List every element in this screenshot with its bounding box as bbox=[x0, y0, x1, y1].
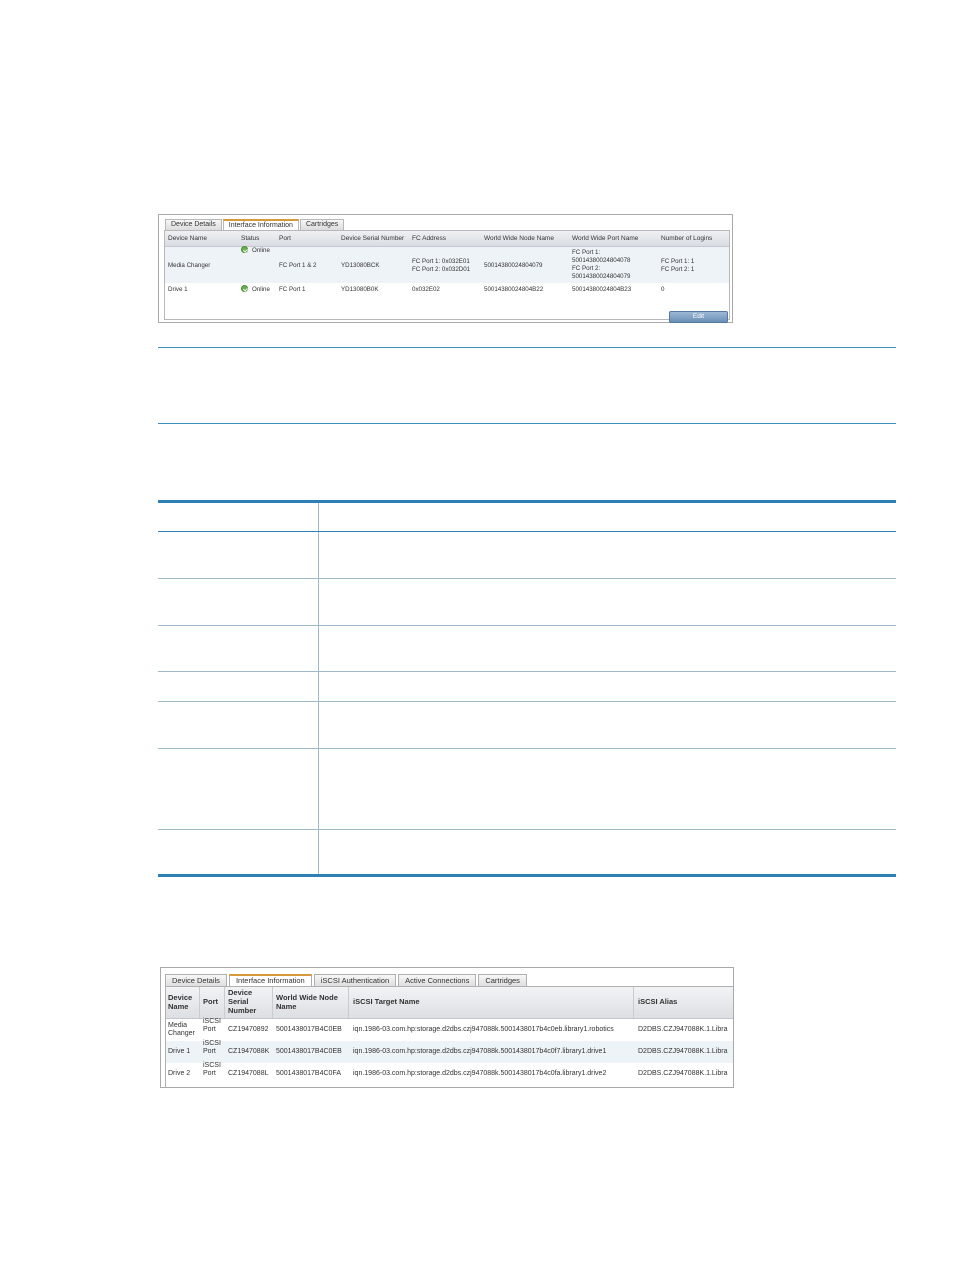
row-divider bbox=[158, 671, 896, 672]
serial: YD13080BCK bbox=[341, 262, 380, 269]
port: FC Port 1 & 2 bbox=[279, 262, 317, 269]
header-target: iSCSI Target Name bbox=[353, 997, 420, 1006]
device-name: Drive 2 bbox=[168, 1070, 191, 1077]
logins-1: FC Port 1: 1 bbox=[661, 258, 695, 265]
header-port: Port bbox=[279, 235, 291, 242]
logins: 0 bbox=[661, 286, 665, 293]
alias: D2DBS.CZJ947088K.1.Libra bbox=[638, 1070, 728, 1077]
row-divider bbox=[158, 701, 896, 702]
serial: CZ19470892 bbox=[228, 1026, 269, 1033]
header-port: Port bbox=[203, 997, 218, 1006]
target-name: iqn.1986-03.com.hp:storage.d2dbs.czj9470… bbox=[353, 1026, 614, 1033]
column-divider bbox=[318, 503, 319, 874]
serial: CZ1947088K bbox=[228, 1048, 270, 1055]
header-alias: iSCSI Alias bbox=[638, 997, 678, 1006]
row-divider bbox=[158, 748, 896, 749]
status-ok-icon bbox=[241, 285, 248, 292]
tab-device-details[interactable]: Device Details bbox=[165, 974, 227, 986]
description-table bbox=[158, 500, 896, 877]
wwpn-4: 50014380024804079 bbox=[572, 273, 631, 280]
device-name-1: Media bbox=[168, 1022, 188, 1029]
port-1: iSCSI bbox=[203, 1062, 221, 1069]
target-name: iqn.1986-03.com.hp:storage.d2dbs.czj9470… bbox=[353, 1048, 607, 1055]
wwnn: 5001438017B4C0EB bbox=[276, 1048, 342, 1055]
interface-table: Device Name Port Device Serial Number Wo… bbox=[165, 986, 733, 1087]
fc-address-1: FC Port 1: 0x032E01 bbox=[412, 258, 470, 265]
device-name: Media Changer bbox=[168, 262, 211, 269]
logins-2: FC Port 2: 1 bbox=[661, 266, 695, 273]
column-separator bbox=[199, 987, 200, 1018]
port-2: Port bbox=[203, 1070, 216, 1077]
wwnn: 5001438017B4C0EB bbox=[276, 1026, 342, 1033]
interface-table: Device Name Status Port Device Serial Nu… bbox=[164, 230, 730, 323]
edit-button[interactable]: Edit bbox=[669, 311, 728, 323]
column-separator bbox=[224, 987, 225, 1018]
wwpn-2: 50014380024804078 bbox=[572, 257, 631, 264]
table-header: Device Name Port Device Serial Number Wo… bbox=[166, 987, 733, 1019]
header-logins: Number of Logins bbox=[661, 235, 713, 242]
tab-bar: Device Details Interface Information Car… bbox=[165, 219, 345, 230]
column-separator bbox=[272, 987, 273, 1018]
note-rule-bottom bbox=[158, 423, 896, 424]
status-text: Online bbox=[252, 247, 270, 254]
tab-interface-information[interactable]: Interface Information bbox=[222, 219, 299, 230]
table-header: Device Name Status Port Device Serial Nu… bbox=[165, 231, 729, 247]
header-device-name: Device Name bbox=[168, 235, 208, 242]
alias: D2DBS.CZJ947088K.1.Libra bbox=[638, 1026, 728, 1033]
port-2: Port bbox=[203, 1048, 216, 1055]
fc-interface-screenshot: Device Details Interface Information Car… bbox=[158, 214, 733, 323]
wwpn-3: FC Port 2: bbox=[572, 265, 601, 272]
row-divider bbox=[158, 829, 896, 830]
wwpn-1: FC Port 1: bbox=[572, 249, 601, 256]
device-name: Drive 1 bbox=[168, 1048, 191, 1055]
status-ok-icon bbox=[241, 246, 248, 253]
wwnn: 50014380024804B22 bbox=[484, 286, 544, 293]
port-2: Port bbox=[203, 1026, 216, 1033]
port-1: iSCSI bbox=[203, 1040, 221, 1047]
wwnn: 5001438017B4C0FA bbox=[276, 1070, 341, 1077]
fc-address-2: FC Port 2: 0x032D01 bbox=[412, 266, 471, 273]
status-text: Online bbox=[252, 286, 270, 293]
serial: YD13080B0K bbox=[341, 286, 379, 293]
tab-interface-information[interactable]: Interface Information bbox=[228, 974, 312, 986]
alias: D2DBS.CZJ947088K.1.Libra bbox=[638, 1048, 728, 1055]
wwnn: 50014380024804079 bbox=[484, 262, 543, 269]
tab-bar: Device Details Interface Information iSC… bbox=[165, 974, 529, 986]
header-wwpn: World Wide Port Name bbox=[572, 235, 639, 242]
device-name-2: Changer bbox=[168, 1030, 195, 1037]
table-row[interactable]: Drive 2 iSCSI Port CZ1947088L 5001438017… bbox=[166, 1062, 733, 1085]
wwpn: 50014380024804B23 bbox=[572, 286, 632, 293]
table-row[interactable]: Media Changer Online FC Port 1 & 2 YD130… bbox=[165, 246, 729, 283]
header-wwnn-2: Name bbox=[276, 1002, 297, 1011]
serial: CZ1947088L bbox=[228, 1070, 269, 1077]
header-status: Status bbox=[241, 235, 260, 242]
tab-device-details[interactable]: Device Details bbox=[165, 219, 222, 230]
fc-address: 0x032E02 bbox=[412, 286, 440, 293]
table-row[interactable]: Drive 1 Online FC Port 1 YD13080B0K 0x03… bbox=[165, 283, 729, 308]
header-serial-3: Number bbox=[228, 1006, 257, 1015]
header-serial: Device Serial Number bbox=[341, 235, 405, 242]
header-wwnn: World Wide Node Name bbox=[484, 235, 554, 242]
row-divider bbox=[158, 625, 896, 626]
row-divider bbox=[158, 578, 896, 579]
port-1: iSCSI bbox=[203, 1018, 221, 1025]
column-separator bbox=[348, 987, 349, 1018]
table-row[interactable]: Media Changer iSCSI Port CZ19470892 5001… bbox=[166, 1018, 733, 1041]
tab-cartridges[interactable]: Cartridges bbox=[478, 974, 527, 986]
column-separator bbox=[633, 987, 634, 1018]
tab-active-connections[interactable]: Active Connections bbox=[398, 974, 477, 986]
port: FC Port 1 bbox=[279, 286, 306, 293]
header-device-name-2: Name bbox=[168, 1002, 189, 1011]
header-divider bbox=[158, 531, 896, 532]
table-row[interactable]: Drive 1 iSCSI Port CZ1947088K 5001438017… bbox=[166, 1040, 733, 1063]
header-fc-address: FC Address bbox=[412, 235, 446, 242]
device-name: Drive 1 bbox=[168, 286, 188, 293]
iscsi-interface-screenshot: Device Details Interface Information iSC… bbox=[160, 967, 734, 1088]
tab-iscsi-authentication[interactable]: iSCSI Authentication bbox=[313, 974, 397, 986]
target-name: iqn.1986-03.com.hp:storage.d2dbs.czj9470… bbox=[353, 1070, 607, 1077]
tab-cartridges[interactable]: Cartridges bbox=[299, 219, 345, 230]
note-rule-top bbox=[158, 347, 896, 348]
